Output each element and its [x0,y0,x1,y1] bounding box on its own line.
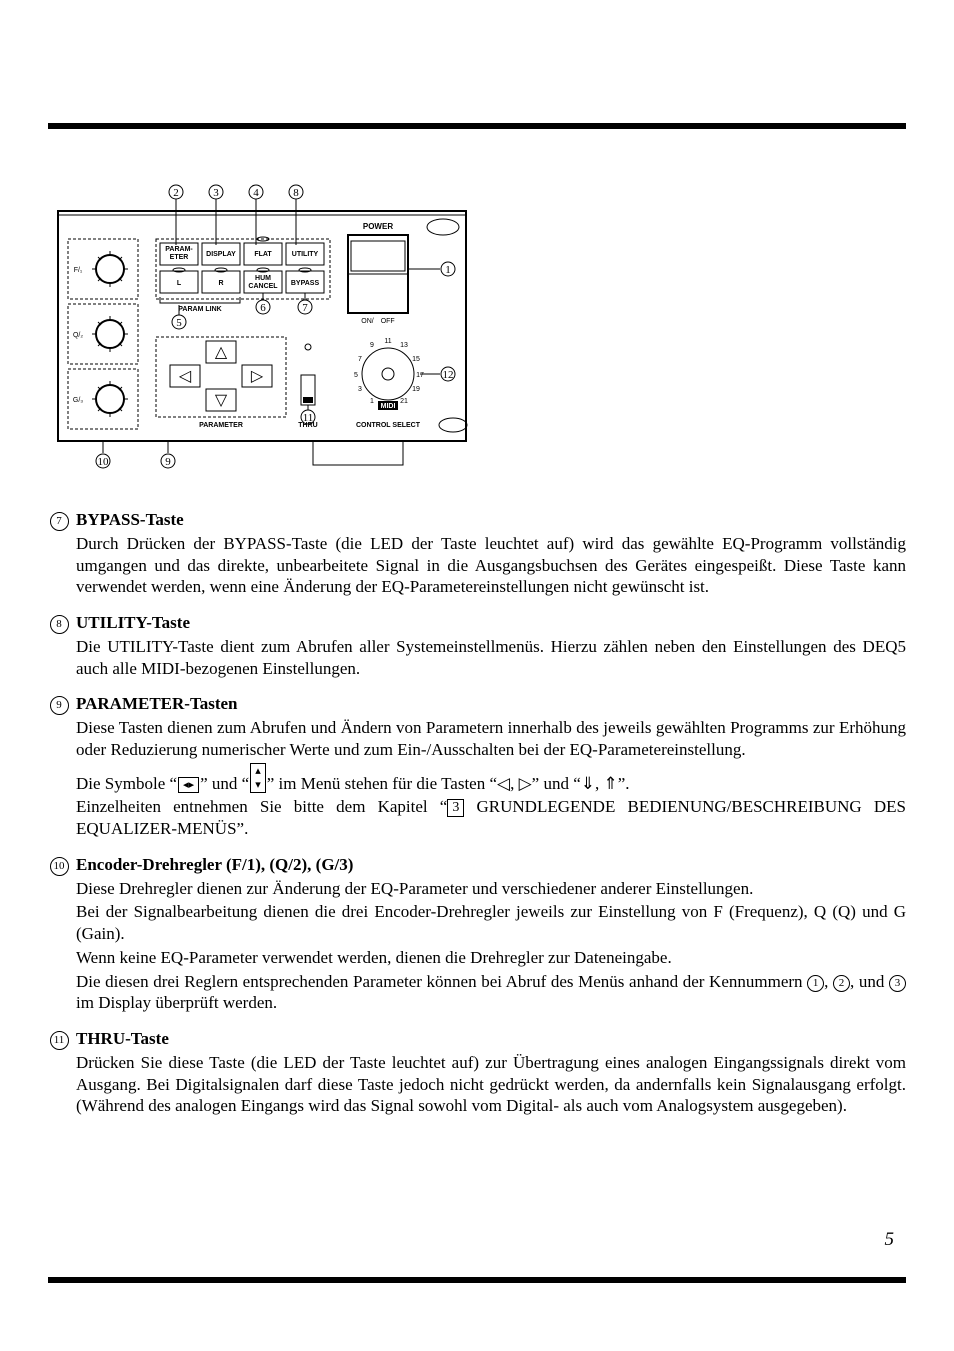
entry-para: Die diesen drei Reglern entsprechenden P… [76,971,906,1015]
entry-para: Einzelheiten entnehmen Sie bitte dem Kap… [76,796,906,840]
svg-text:△: △ [215,344,228,361]
entry-title: THRU-Taste [76,1028,906,1050]
entry-num: 7 [50,512,69,531]
entry-para: Wenn keine EQ-Parameter verwendet werden… [76,947,906,969]
svg-text:7: 7 [358,356,362,363]
entry-para: Diese Drehregler dienen zur Änderung der… [76,878,906,900]
svg-text:HUM: HUM [255,275,271,282]
callout-1: 1 [445,264,451,276]
callout-4: 4 [253,187,259,199]
callout-10: 10 [98,456,110,468]
entry-para: Die UTILITY-Taste dient zum Abrufen alle… [76,636,906,680]
parameter-pad: △ ◁ ▷ ▽ PARAMETER [156,337,286,429]
entry-num: 10 [50,857,69,876]
control-select-dial: 11 13 15 17 19 21 23 1 3 5 7 9 MIDI CONT… [354,338,467,432]
entry-num: 11 [50,1031,69,1050]
svg-text:ETER: ETER [170,254,189,261]
callout-7: 7 [302,302,308,314]
entry-9: 9 PARAMETER-TastenDiese Tasten dienen zum… [48,693,906,840]
entry-para: Die Symbole “◂▸” und “▴▾” im Menü stehen… [76,763,906,795]
entry-11: 11 THRU-TasteDrücken Sie diese Taste (die… [48,1028,906,1117]
svg-text:9: 9 [370,342,374,349]
label-onoff: ON/ OFF [361,318,394,325]
rule-bottom [48,1277,906,1283]
entry-title: BYPASS-Taste [76,509,906,531]
encoder-g: G/₃ [73,397,83,404]
page-number: 5 [885,1229,895,1251]
svg-text:3: 3 [358,386,362,393]
diagram-svg: 2 3 4 8 POWER [48,179,476,479]
btn-l: L [177,280,182,287]
svg-text:PARAM-: PARAM- [165,246,193,253]
encoder-f: F/₁ [74,267,83,274]
device-diagram: 2 3 4 8 POWER [48,179,476,479]
entry-title: PARAMETER-Tasten [76,693,906,715]
entry-8: 8 UTILITY-TasteDie UTILITY-Taste dient zu… [48,612,906,679]
entry-title: Encoder-Drehregler (F/1), (Q/2), (G/3) [76,854,906,876]
btn-utility: UTILITY [292,251,319,258]
callout-11: 11 [303,412,314,424]
svg-text:5: 5 [354,372,358,379]
btn-display: DISPLAY [206,251,236,258]
encoder-column: F/₁ Q/₂ G/₃ [68,239,138,429]
label-param-link: PARAM LINK [178,306,221,313]
btn-r: R [218,280,223,287]
svg-text:1: 1 [370,398,374,405]
entry-num: 8 [50,615,69,634]
callout-9: 9 [165,456,171,468]
callout-2: 2 [173,187,179,199]
entry-para: Drücken Sie diese Taste (die LED der Tas… [76,1052,906,1117]
svg-text:19: 19 [412,386,420,393]
label-power: POWER [363,222,393,231]
entries: 7 BYPASS-TasteDurch Drücken der BYPASS-Ta… [48,509,906,1117]
entry-10: 10 Encoder-Drehregler (F/1), (Q/2), (G/3)… [48,854,906,1014]
entry-7: 7 BYPASS-TasteDurch Drücken der BYPASS-Ta… [48,509,906,598]
callout-6: 6 [260,302,266,314]
svg-text:21: 21 [400,398,408,405]
rule-top [48,123,906,129]
callout-8: 8 [293,187,299,199]
svg-text:▷: ▷ [251,368,264,385]
entry-para: Durch Drücken der BYPASS-Taste (die LED … [76,533,906,598]
entry-para: Diese Tasten dienen zum Abrufen und Ände… [76,717,906,761]
label-midi: MIDI [381,403,396,410]
power-area: POWER ON/ OFF 1 [348,219,459,325]
svg-text:11: 11 [384,338,391,345]
svg-text:CANCEL: CANCEL [248,283,278,290]
svg-text:13: 13 [400,342,408,349]
btn-bypass: BYPASS [291,280,320,287]
page: 2 3 4 8 POWER [0,0,954,1351]
svg-text:◁: ◁ [179,368,192,385]
callout-5: 5 [176,317,182,329]
svg-text:▽: ▽ [215,392,228,409]
svg-text:15: 15 [412,356,420,363]
entry-num: 9 [50,696,69,715]
svg-text:17: 17 [416,372,424,379]
label-parameter: PARAMETER [199,422,243,429]
callout-12: 12 [443,369,454,381]
label-control-select: CONTROL SELECT [356,422,421,429]
btn-flat: FLAT [254,251,272,258]
entry-para: Bei der Signalbearbeitung dienen die dre… [76,901,906,945]
encoder-q: Q/₂ [73,332,83,339]
callout-3: 3 [213,187,219,199]
entry-title: UTILITY-Taste [76,612,906,634]
